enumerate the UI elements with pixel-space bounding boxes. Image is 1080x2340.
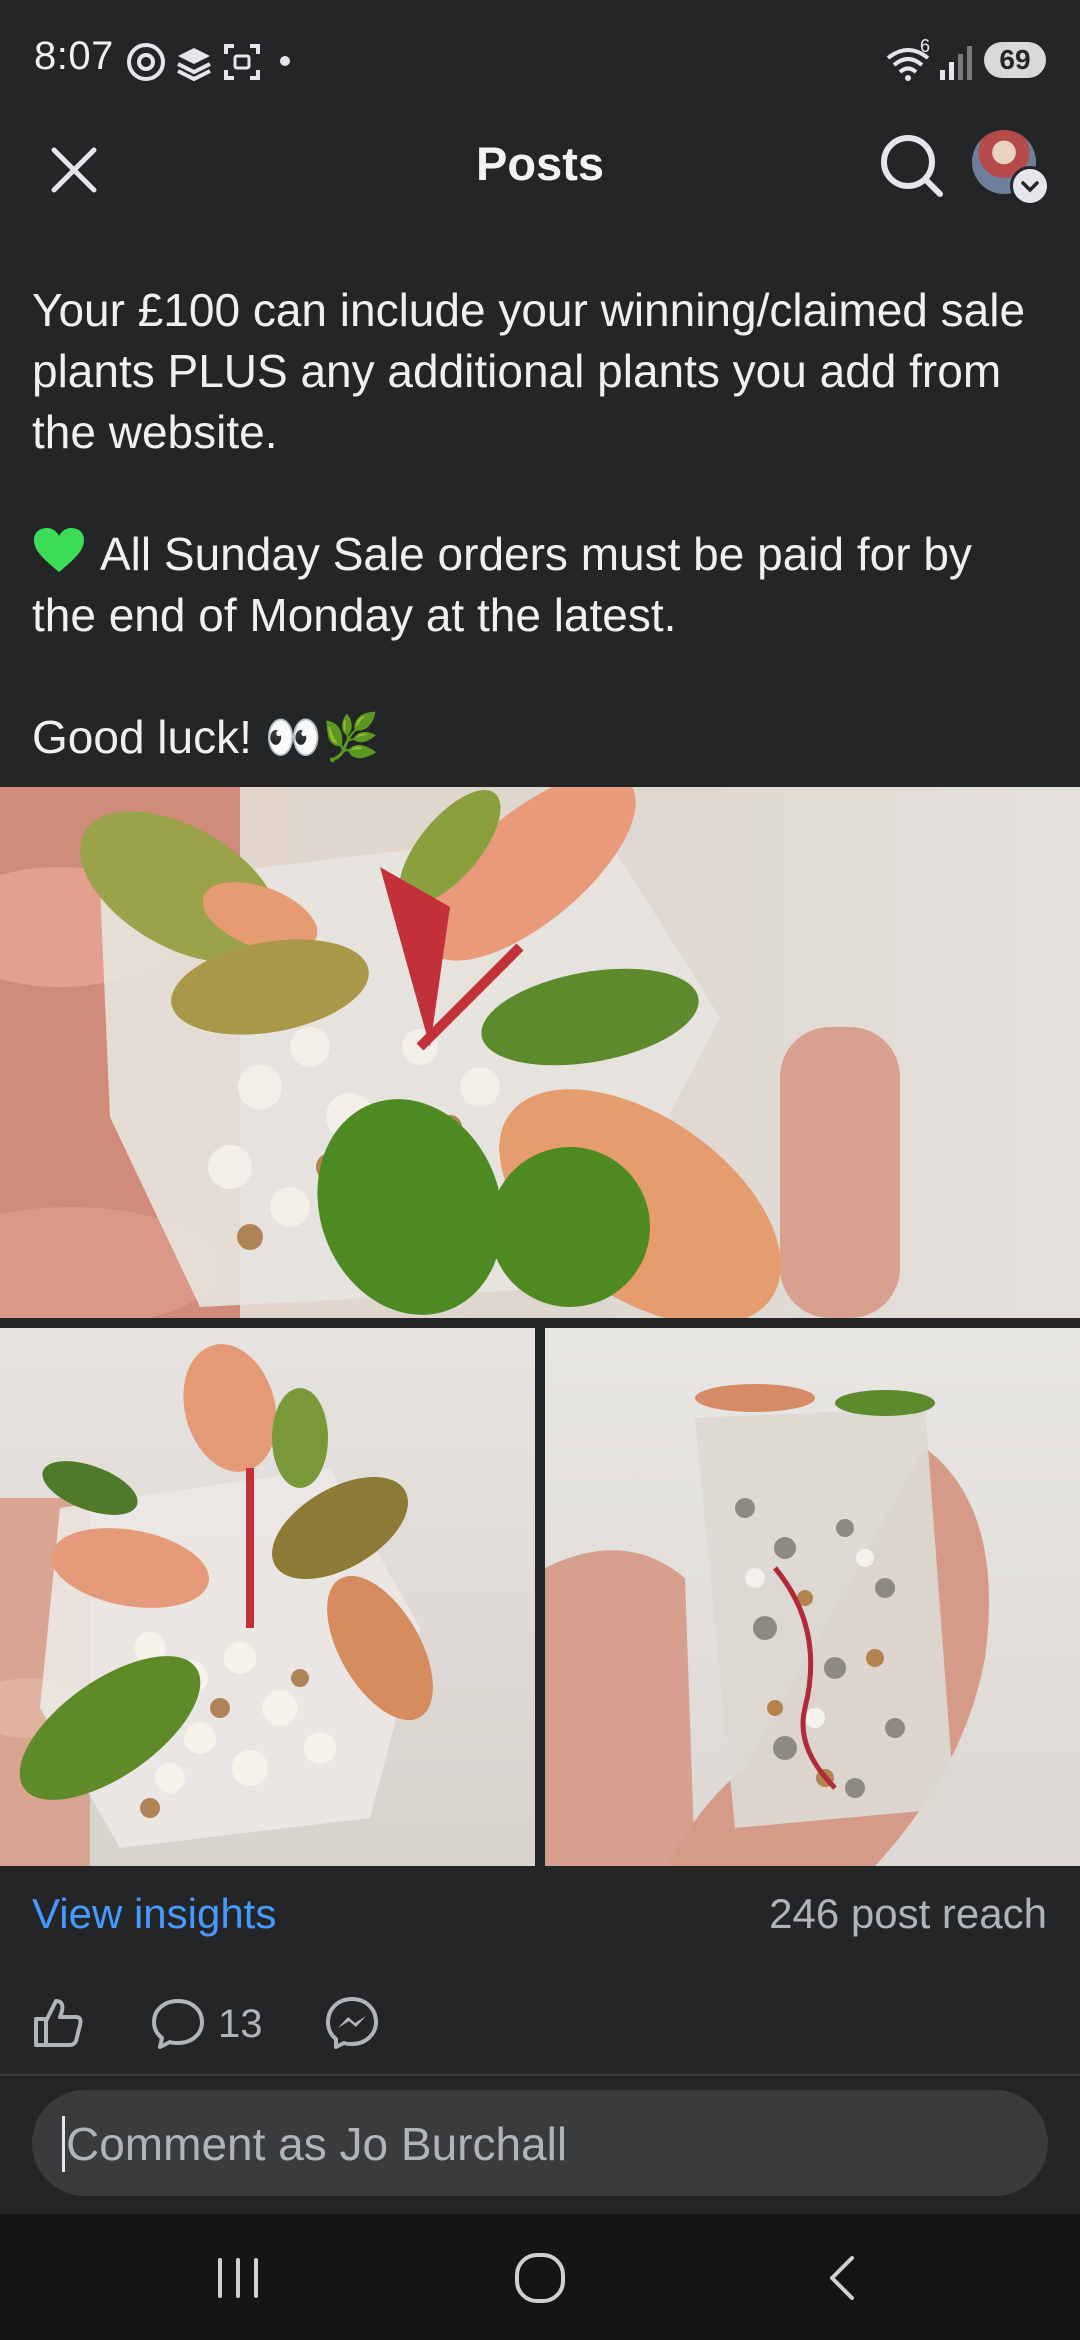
chevron-down-icon[interactable] — [1010, 166, 1050, 206]
plant-photo-3-graphic — [545, 1384, 989, 1866]
comment-icon[interactable] — [150, 1995, 206, 2051]
post-text: Your £100 can include your winning/claim… — [32, 280, 1042, 768]
layers-icon — [177, 48, 211, 82]
comment-count: 13 — [218, 2002, 263, 2046]
recent-apps-icon[interactable] — [202, 2246, 274, 2310]
back-icon[interactable] — [806, 2246, 878, 2310]
home-icon[interactable] — [504, 2246, 576, 2310]
search-icon[interactable] — [876, 130, 948, 202]
comment-input[interactable] — [64, 2111, 968, 2177]
dot-icon — [280, 56, 290, 66]
plant-photo-1-graphic — [0, 787, 900, 1318]
wifi-label: 6 — [920, 36, 931, 56]
battery-indicator: 69 — [984, 42, 1046, 78]
green-heart-icon — [34, 528, 84, 572]
status-time: 8:07 — [34, 34, 114, 78]
plant-photo-3[interactable] — [545, 1328, 1080, 1866]
post-text-paragraph-2: All Sunday Sale orders must be paid for … — [32, 524, 1042, 646]
post-reach: 246 post reach — [769, 1890, 1047, 1937]
post-text-paragraph-1: Your £100 can include your winning/claim… — [32, 284, 1026, 458]
screenshot-icon — [224, 44, 260, 80]
messenger-icon[interactable] — [324, 1995, 380, 2051]
plant-photo-2[interactable] — [0, 1328, 535, 1866]
plant-photo-2-graphic — [0, 1344, 433, 1866]
threads-icon — [127, 43, 165, 81]
post-text-paragraph-3: Good luck! 👀🌿 — [32, 711, 380, 763]
view-insights-link[interactable]: View insights — [32, 1890, 276, 1938]
divider — [0, 2074, 1080, 2076]
like-icon[interactable] — [30, 1995, 86, 2051]
post-text-paragraph-2-text: All Sunday Sale orders must be paid for … — [32, 528, 972, 641]
plant-photo-1[interactable] — [0, 787, 1080, 1318]
signal-icon — [940, 46, 972, 80]
